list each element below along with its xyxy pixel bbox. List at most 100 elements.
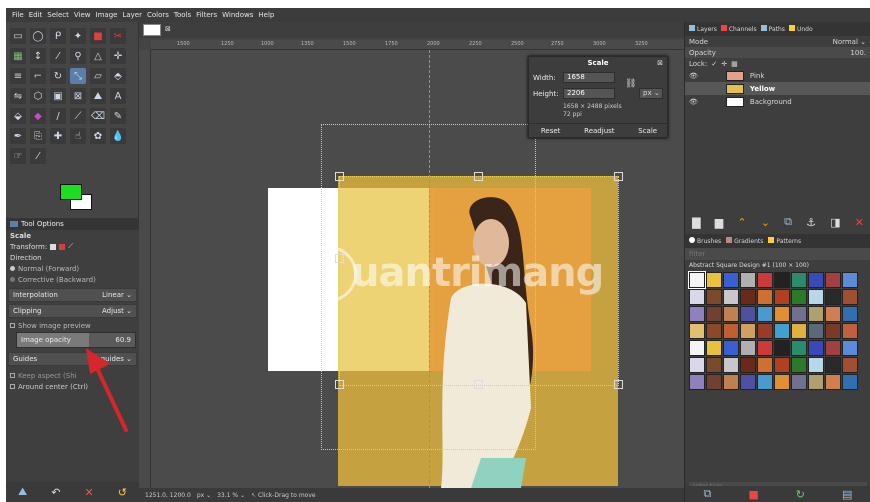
pattern-swatch[interactable]: [808, 306, 824, 322]
menu-file[interactable]: File: [12, 11, 24, 19]
pattern-swatch[interactable]: [774, 340, 790, 356]
color-select-icon[interactable]: ■: [90, 28, 106, 44]
lock-alpha-icon[interactable]: ▦: [731, 60, 738, 68]
pattern-swatch[interactable]: [706, 272, 722, 288]
pattern-swatch[interactable]: [740, 272, 756, 288]
pattern-swatch[interactable]: [757, 289, 773, 305]
pattern-swatch[interactable]: [842, 323, 858, 339]
pattern-swatch[interactable]: [774, 272, 790, 288]
pattern-swatch[interactable]: [740, 289, 756, 305]
pattern-swatch[interactable]: [825, 357, 841, 373]
pattern-swatch[interactable]: [723, 374, 739, 390]
pattern-swatch[interactable]: [723, 272, 739, 288]
interpolation-combo[interactable]: Interpolation Linear ⌄: [8, 288, 137, 302]
paths-icon[interactable]: ↕: [30, 48, 46, 64]
shear-icon[interactable]: ▱: [90, 68, 106, 84]
paintbrush-icon[interactable]: ⟋: [70, 108, 86, 124]
mode-row[interactable]: Mode Normal ⌄: [685, 36, 870, 47]
direction-normal-radio[interactable]: [10, 266, 15, 271]
blur-icon[interactable]: 💧: [110, 128, 126, 144]
transform-handle-bl[interactable]: [335, 380, 344, 389]
pattern-swatch[interactable]: [791, 306, 807, 322]
transform-handle-tc[interactable]: [474, 172, 483, 181]
visibility-eye-icon[interactable]: 👁: [689, 98, 698, 106]
menu-select[interactable]: Select: [47, 11, 69, 19]
tab-layers[interactable]: Layers: [689, 25, 717, 33]
dodge-burn-icon[interactable]: ✿: [90, 128, 106, 144]
zoom-icon[interactable]: ⚲: [70, 48, 86, 64]
show-preview-row[interactable]: Show image preview: [6, 320, 91, 331]
pattern-swatch[interactable]: [757, 357, 773, 373]
menu-help[interactable]: Help: [258, 11, 274, 19]
reset-button[interactable]: Reset: [541, 127, 561, 135]
pattern-swatch[interactable]: [842, 306, 858, 322]
delete-pattern-icon[interactable]: ■: [748, 488, 758, 501]
tab-channels[interactable]: Channels: [720, 25, 757, 33]
lock-pixels-icon[interactable]: ✓: [711, 60, 717, 68]
color-picker-icon[interactable]: ⁄: [50, 48, 66, 64]
pattern-swatch[interactable]: [825, 374, 841, 390]
pattern-swatch[interactable]: [825, 306, 841, 322]
pattern-swatch[interactable]: [689, 289, 705, 305]
new-group-icon[interactable]: ▆: [715, 216, 723, 229]
height-input[interactable]: 2206: [563, 88, 615, 99]
pattern-swatch[interactable]: [706, 374, 722, 390]
mask-layer-icon[interactable]: ◨: [830, 216, 840, 229]
pattern-swatch[interactable]: [757, 272, 773, 288]
image-tab-thumbnail[interactable]: [143, 24, 161, 36]
refresh-patterns-icon[interactable]: ↻: [796, 488, 805, 501]
unit-select[interactable]: px ⌄: [197, 492, 211, 499]
save-options-icon[interactable]: ⛰: [18, 485, 27, 499]
pattern-swatch[interactable]: [825, 272, 841, 288]
clone-icon[interactable]: ⎘: [30, 128, 46, 144]
pattern-swatch[interactable]: [808, 357, 824, 373]
open-pattern-icon[interactable]: ▤: [842, 488, 852, 501]
pattern-swatch[interactable]: [774, 306, 790, 322]
pattern-swatch[interactable]: [825, 323, 841, 339]
width-input[interactable]: 1658: [563, 72, 615, 83]
warp-icon[interactable]: ▣: [50, 88, 66, 104]
tab-undo[interactable]: Undo: [788, 25, 813, 33]
pattern-swatch[interactable]: [689, 357, 705, 373]
menu-view[interactable]: View: [74, 11, 91, 19]
pattern-swatch[interactable]: [723, 340, 739, 356]
layer-row-background[interactable]: 👁 Background: [685, 95, 870, 108]
transform-handle-br[interactable]: [614, 380, 623, 389]
rect-select-icon[interactable]: ▭: [10, 28, 26, 44]
show-preview-checkbox[interactable]: [10, 323, 15, 328]
pattern-swatch[interactable]: [688, 271, 706, 289]
layer-row-pink[interactable]: 👁 Pink: [685, 69, 870, 82]
transform-path-icon[interactable]: ⟋: [68, 242, 73, 251]
tab-gradients[interactable]: Gradients: [726, 237, 763, 245]
unified-transform-icon[interactable]: ⊠: [70, 88, 86, 104]
edit-pattern-icon[interactable]: ⧉: [704, 487, 712, 501]
pattern-swatch[interactable]: [723, 306, 739, 322]
pattern-swatch[interactable]: [740, 357, 756, 373]
cage-icon[interactable]: ⬡: [30, 88, 46, 104]
pattern-swatch[interactable]: [791, 323, 807, 339]
tab-patterns[interactable]: Patterns: [768, 237, 801, 245]
restore-options-icon[interactable]: ↶: [51, 486, 60, 499]
pattern-swatch[interactable]: [842, 340, 858, 356]
pattern-swatch[interactable]: [706, 289, 722, 305]
pattern-swatch[interactable]: [808, 289, 824, 305]
pattern-swatch[interactable]: [842, 272, 858, 288]
gradient-icon[interactable]: ◆: [30, 108, 46, 124]
pattern-swatch[interactable]: [757, 374, 773, 390]
pattern-swatch[interactable]: [706, 306, 722, 322]
eraser-icon[interactable]: ⌫: [90, 108, 106, 124]
lock-position-icon[interactable]: ✛: [721, 60, 727, 68]
close-tab-icon[interactable]: ⊠: [165, 25, 171, 33]
pattern-swatch[interactable]: [689, 323, 705, 339]
pattern-swatch[interactable]: [757, 306, 773, 322]
foreground-select-icon[interactable]: ▦: [10, 48, 26, 64]
brush-filter-input[interactable]: filter: [685, 248, 870, 260]
pattern-swatch[interactable]: [791, 289, 807, 305]
pattern-swatch[interactable]: [706, 323, 722, 339]
menu-tools[interactable]: Tools: [174, 11, 191, 19]
anchor-layer-icon[interactable]: ⚓: [806, 216, 816, 229]
pattern-swatch[interactable]: [825, 289, 841, 305]
readjust-button[interactable]: Readjust: [584, 127, 614, 135]
delete-options-icon[interactable]: ✕: [85, 486, 94, 499]
pattern-swatch[interactable]: [842, 374, 858, 390]
